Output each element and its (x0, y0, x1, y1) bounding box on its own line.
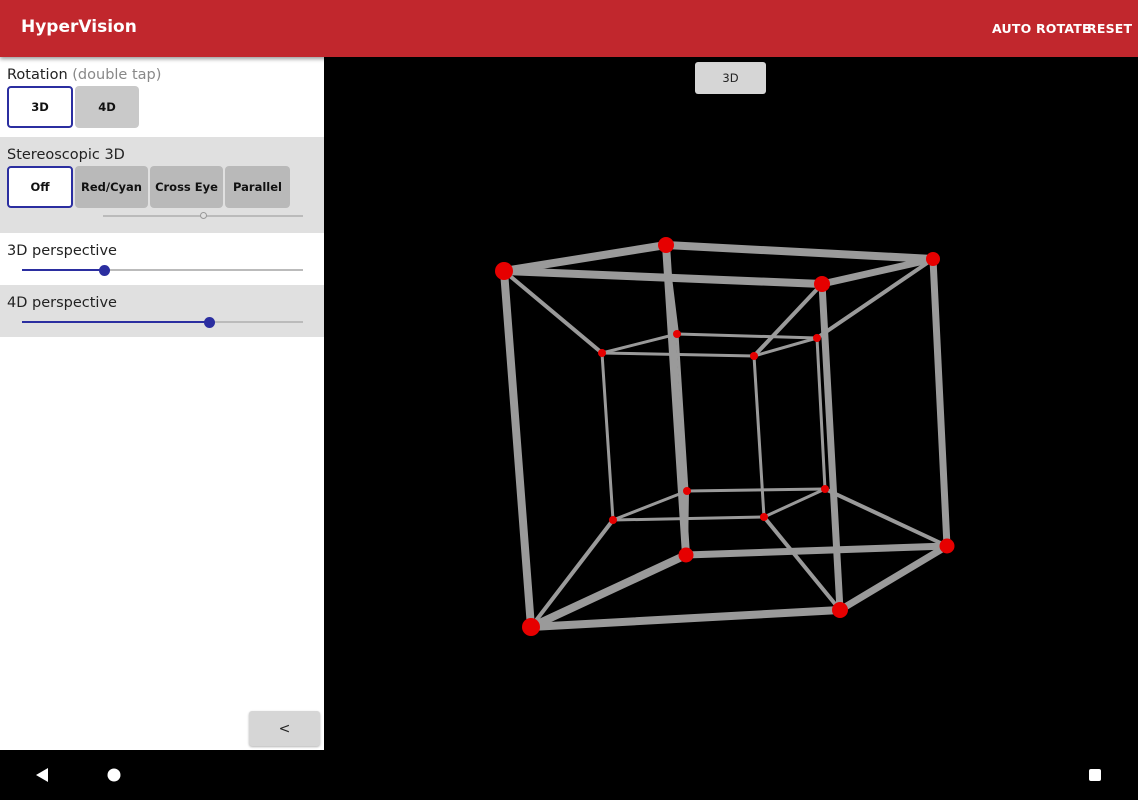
vertex (683, 487, 691, 495)
home-circle-icon[interactable] (106, 767, 122, 783)
edge (823, 487, 949, 548)
vertex (832, 602, 848, 618)
tesseract-canvas[interactable] (324, 57, 1138, 750)
edge (762, 515, 842, 612)
edge (500, 267, 826, 288)
perspective-3d-fill (22, 269, 104, 271)
perspective-4d-slider[interactable] (22, 316, 303, 328)
rotation-4d-button[interactable]: 4D (75, 86, 139, 128)
edge (600, 351, 615, 522)
vertex (678, 547, 694, 563)
perspective-4d-fill (22, 321, 209, 323)
stereo-label: Stereoscopic 3D (7, 147, 125, 163)
tesseract-viewport[interactable]: 3D (324, 57, 1138, 750)
recents-square-icon[interactable] (1087, 767, 1103, 783)
vertex (495, 262, 513, 280)
edge (611, 489, 689, 522)
edge (600, 332, 679, 355)
vertex (598, 349, 606, 357)
perspective-3d-section: 3D perspective (0, 233, 324, 285)
perspective-4d-thumb[interactable] (204, 316, 215, 328)
app-bar: HyperVision AUTO ROTATE RESET (0, 0, 1138, 57)
vertex (673, 330, 681, 338)
perspective-3d-slider[interactable] (22, 264, 303, 276)
edge (684, 489, 689, 557)
vertex (522, 618, 540, 636)
edge (502, 269, 604, 355)
perspective-3d-thumb[interactable] (99, 264, 110, 276)
edge (662, 241, 690, 559)
vertex (760, 513, 768, 521)
edge (752, 354, 766, 519)
back-triangle-icon[interactable] (34, 767, 50, 783)
vertex (658, 237, 674, 253)
stereo-red-cyan-button[interactable]: Red/Cyan (75, 166, 148, 208)
vertex (821, 485, 829, 493)
rotation-3d-button[interactable]: 3D (7, 86, 73, 128)
perspective-4d-section: 4D perspective (0, 285, 324, 337)
stereo-cross-eye-button[interactable]: Cross Eye (150, 166, 223, 208)
vertex (813, 334, 821, 342)
system-nav-bar (0, 750, 1138, 800)
rotation-label: Rotation (double tap) (7, 67, 161, 83)
collapse-panel-button[interactable]: < (249, 711, 320, 746)
vertex (814, 276, 830, 292)
edge (611, 515, 766, 522)
stereo-separation-slider[interactable] (103, 211, 303, 219)
edge (929, 255, 951, 550)
perspective-4d-label: 4D perspective (7, 295, 117, 311)
rotation-label-text: Rotation (7, 67, 68, 83)
settings-panel: Rotation (double tap) 3D 4D Stereoscopic… (0, 57, 324, 750)
reset-button[interactable]: RESET (1087, 21, 1132, 36)
vertex (926, 252, 940, 266)
vertex (750, 352, 758, 360)
edge (527, 606, 844, 631)
edge (675, 332, 819, 340)
auto-rotate-button[interactable]: AUTO ROTATE (992, 21, 1091, 36)
edge (500, 267, 535, 631)
perspective-3d-label: 3D perspective (7, 243, 117, 259)
edge (836, 542, 951, 614)
rotation-section: Rotation (double tap) 3D 4D (0, 57, 324, 137)
stereo-off-button[interactable]: Off (7, 166, 73, 208)
stereo-section: Stereoscopic 3D Off Red/Cyan Cross Eye P… (0, 137, 324, 233)
stereo-parallel-button[interactable]: Parallel (225, 166, 290, 208)
edge (662, 241, 937, 263)
rotation-hint: (double tap) (72, 67, 162, 83)
vertex (939, 538, 955, 554)
edge (762, 487, 827, 519)
vertex (609, 516, 617, 524)
edge (682, 542, 951, 559)
app-title: HyperVision (21, 17, 137, 37)
edge (500, 241, 670, 275)
stereo-slider-thumb[interactable] (200, 211, 207, 219)
edge (685, 487, 827, 493)
